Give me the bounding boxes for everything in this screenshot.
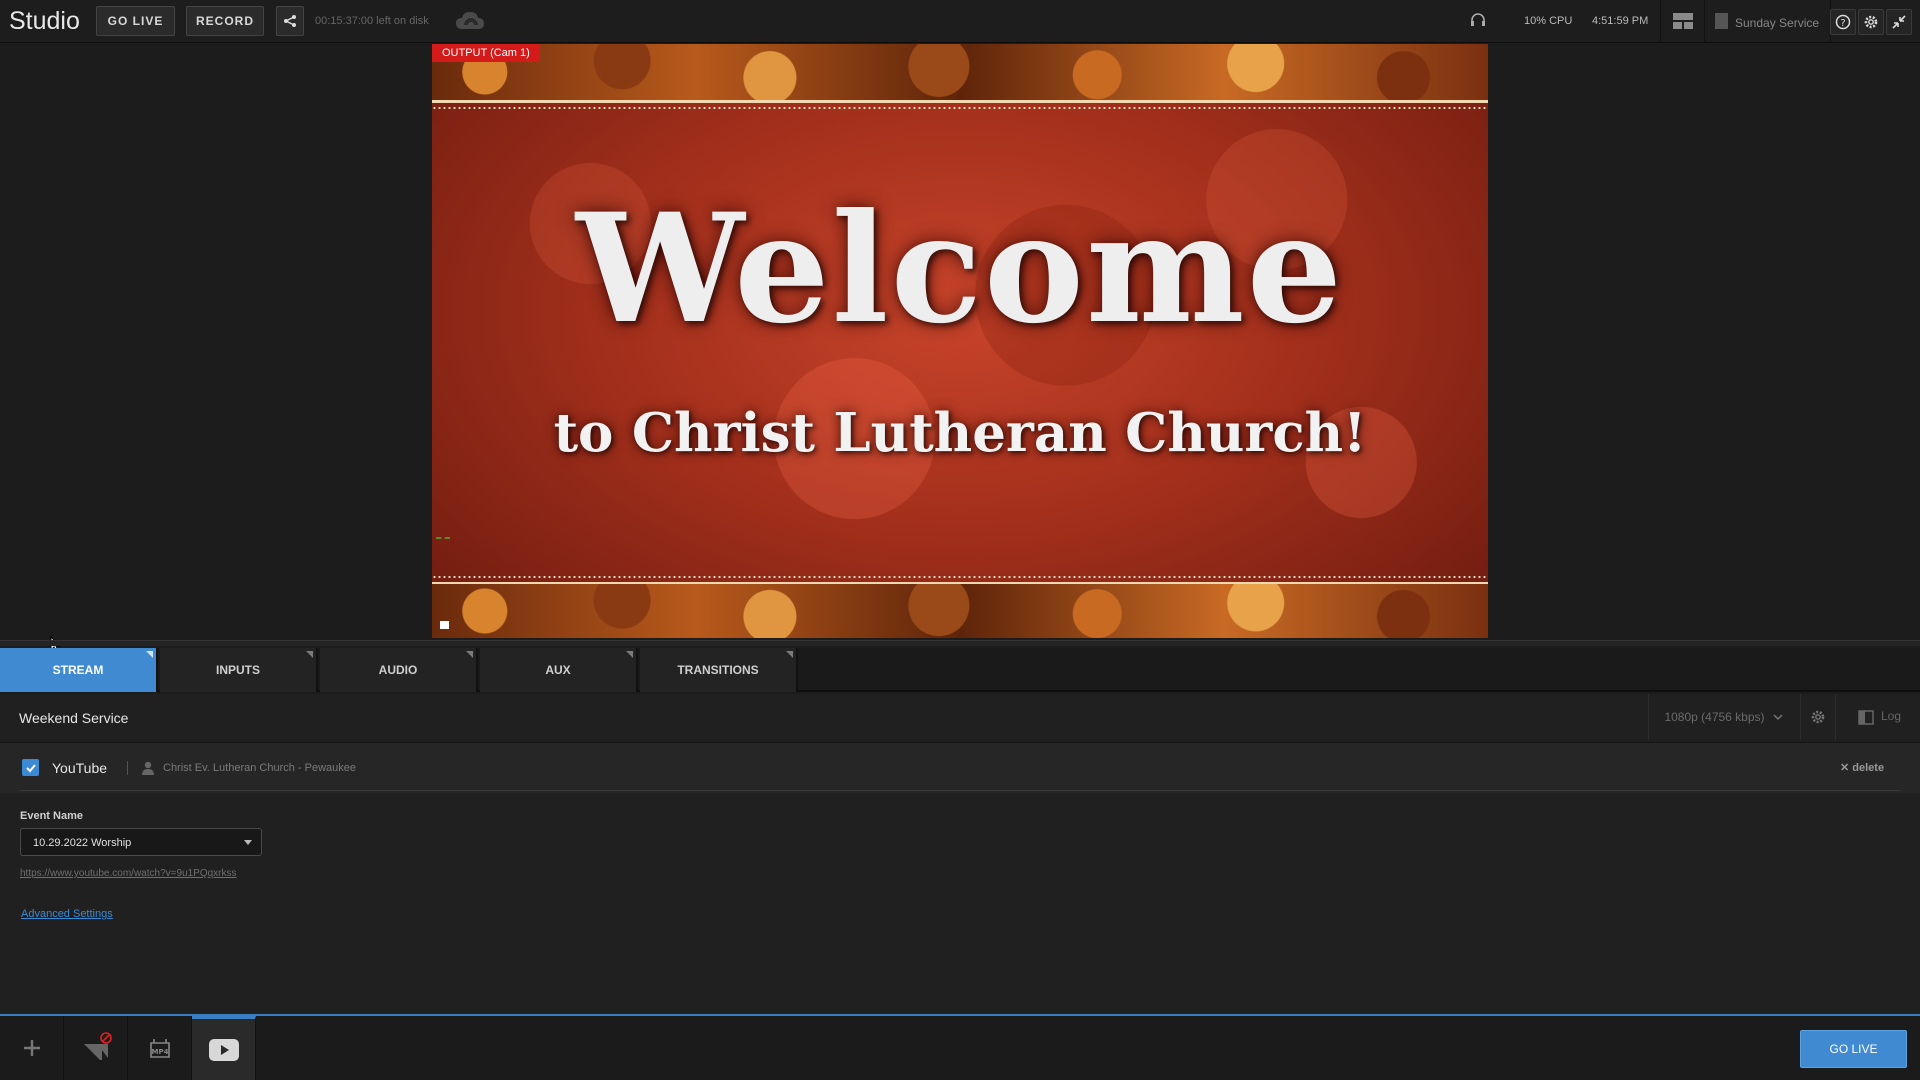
gear-icon (1864, 15, 1878, 29)
leaf-band-bottom (432, 584, 1488, 638)
quality-select[interactable]: 1080p (4756 kbps) (1648, 694, 1798, 740)
tab-label: INPUTS (215, 663, 260, 677)
tab-label: STREAM (52, 663, 104, 677)
tab-label: AUX (545, 663, 571, 677)
quality-label: 1080p (4756 kbps) (1664, 710, 1765, 724)
record-button[interactable]: RECORD (186, 6, 264, 36)
cpu-usage: 10% CPU (1524, 15, 1573, 27)
tab-stream[interactable]: STREAM (0, 648, 158, 692)
add-icon (23, 1040, 40, 1056)
safe-area-marker (436, 537, 450, 539)
event-name-label: Event Name (20, 810, 83, 822)
welcome-headline: Welcome (575, 181, 1345, 357)
welcome-subline: to Christ Lutheran Church! (553, 402, 1367, 464)
output-badge: OUTPUT (Cam 1) (432, 44, 540, 62)
settings-button[interactable] (1858, 9, 1884, 35)
platform-name: YouTube (52, 760, 108, 776)
tab-label: AUDIO (378, 663, 418, 677)
headphones-icon[interactable] (1470, 12, 1486, 28)
stream-panel: Weekend Service 1080p (4756 kbps) Log Yo… (0, 694, 1920, 1014)
divider (1660, 0, 1661, 43)
studio-app: Studio GO LIVE RECORD 00:15:37:00 left o… (0, 0, 1920, 1080)
dotted-line (432, 576, 1488, 578)
mp4-icon: MP4 (149, 1039, 170, 1058)
user-icon (142, 761, 154, 775)
divider (127, 761, 128, 775)
app-title: Studio (9, 7, 80, 35)
stream-title[interactable]: Weekend Service (19, 710, 128, 726)
document-icon (1715, 13, 1728, 29)
go-live-toolbar-button[interactable]: GO LIVE (96, 6, 175, 36)
disk-remaining: 00:15:37:00 left on disk (315, 15, 429, 27)
layout-icon[interactable] (1673, 13, 1693, 29)
help-button[interactable]: ? (1830, 9, 1856, 35)
advanced-settings-link[interactable]: Advanced Settings (21, 908, 113, 920)
svg-text:MP4: MP4 (151, 1048, 168, 1056)
add-destination-button[interactable] (0, 1016, 64, 1080)
close-icon: ✕ (1840, 762, 1853, 774)
stream-settings-button[interactable] (1800, 694, 1836, 740)
destination-checkbox[interactable] (22, 759, 39, 776)
cloud-icon[interactable] (454, 9, 486, 33)
account-name: Christ Ev. Lutheran Church - Pewaukee (163, 762, 356, 774)
tab-aux[interactable]: AUX (480, 648, 638, 692)
collapse-button[interactable] (1886, 9, 1912, 35)
output-preview[interactable]: Welcome to Christ Lutheran Church! OUTPU… (432, 44, 1488, 638)
delete-label: delete (1852, 762, 1885, 774)
clock: 4:51:59 PM (1592, 15, 1649, 27)
tab-corner (146, 651, 153, 658)
tab-corner (786, 651, 793, 658)
youtube-destination-button[interactable] (192, 1016, 256, 1080)
tab-transitions[interactable]: TRANSITIONS (640, 648, 798, 692)
svg-text:?: ? (1840, 18, 1845, 29)
tab-inputs[interactable]: INPUTS (160, 648, 318, 692)
production-name[interactable]: Sunday Service (1735, 16, 1819, 30)
panel-tabs: STREAM INPUTS AUDIO AUX TRANSITIONS (0, 648, 1920, 692)
panel-splitter[interactable] (0, 640, 1920, 646)
log-button[interactable]: Log (1881, 709, 1901, 723)
social-blocked-icon (83, 1032, 112, 1060)
bottom-bar: MP4 GO LIVE (0, 1014, 1920, 1080)
youtube-watch-link[interactable]: https://www.youtube.com/watch?v=9u1PQqxr… (20, 868, 237, 879)
share-button[interactable] (276, 6, 304, 36)
divider (20, 790, 1900, 791)
lock-icon[interactable] (440, 621, 449, 629)
tab-label: TRANSITIONS (677, 663, 759, 677)
social-destination-button[interactable] (64, 1016, 128, 1080)
chevron-down-icon (244, 840, 252, 845)
destination-row: YouTube Christ Ev. Lutheran Church - Pew… (0, 743, 1920, 793)
divider-line (432, 100, 1488, 103)
tab-audio[interactable]: AUDIO (320, 648, 478, 692)
collapse-icon (1892, 15, 1906, 29)
tab-corner (306, 651, 313, 658)
event-name-select[interactable]: 10.29.2022 Worship (20, 828, 262, 856)
tab-corner (466, 651, 473, 658)
help-icon: ? (1835, 14, 1851, 30)
youtube-icon (208, 1038, 239, 1061)
event-name-value: 10.29.2022 Worship (33, 837, 132, 849)
mp4-destination-button[interactable]: MP4 (128, 1016, 192, 1080)
delete-destination-button[interactable]: ✕ delete (1840, 761, 1884, 774)
divider (1704, 0, 1705, 43)
panel-toggle-icon[interactable] (1858, 710, 1874, 725)
tab-corner (626, 651, 633, 658)
go-live-button[interactable]: GO LIVE (1800, 1030, 1907, 1068)
leaf-band-top (432, 44, 1488, 100)
gear-icon (1811, 710, 1825, 724)
check-icon (25, 763, 36, 772)
share-icon (284, 15, 296, 27)
chevron-down-icon (1773, 714, 1783, 721)
dotted-line (432, 107, 1488, 109)
top-bar: Studio GO LIVE RECORD 00:15:37:00 left o… (0, 0, 1920, 43)
